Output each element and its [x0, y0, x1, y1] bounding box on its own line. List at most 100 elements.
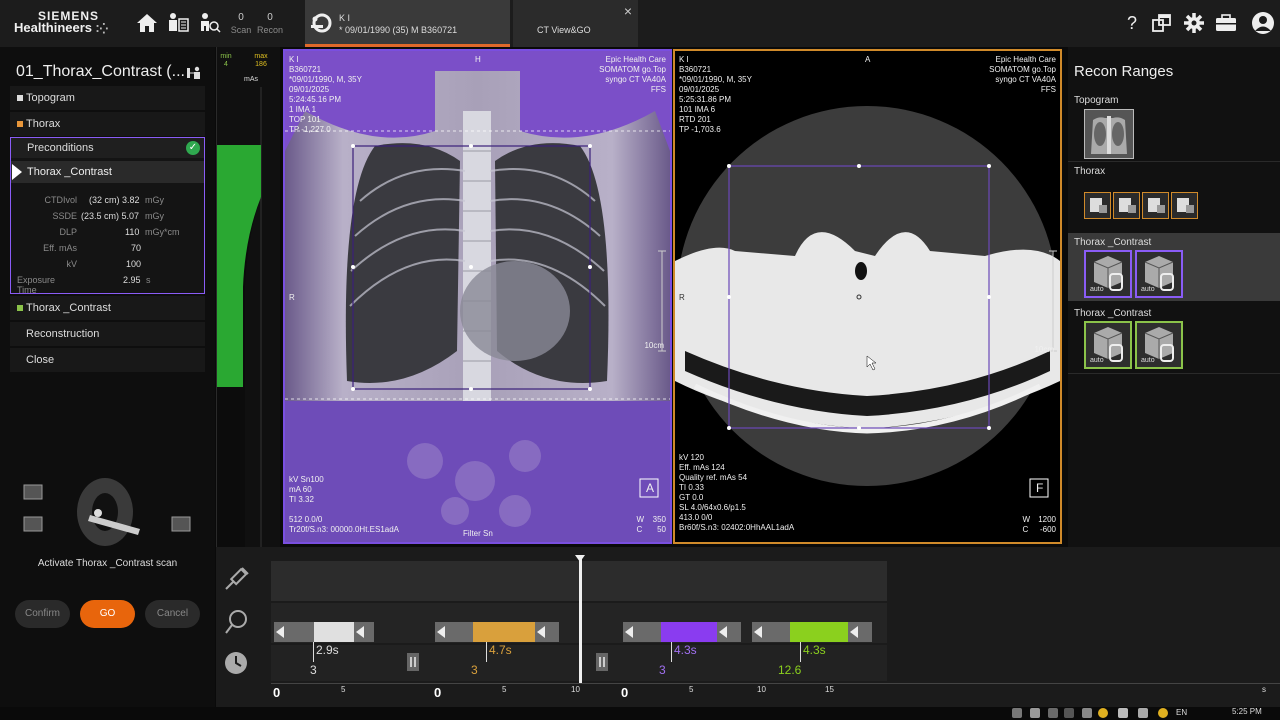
auto-label: auto	[1141, 357, 1155, 364]
topogram-marker	[17, 95, 23, 101]
segment-start-arrow-icon[interactable]	[437, 626, 445, 638]
cancel-button[interactable]: Cancel	[145, 600, 200, 628]
battery-icon[interactable]	[1118, 708, 1128, 718]
patient-tab[interactable]: K I * 09/01/1990 (35) M B360721	[305, 0, 510, 47]
window-level-labels: W C	[636, 515, 644, 534]
orientation-box-label[interactable]: F	[1036, 482, 1043, 494]
segment-marker	[486, 642, 487, 662]
patient-position-icon[interactable]	[186, 65, 204, 81]
close-icon[interactable]: ×	[624, 3, 632, 19]
axis-tick-label: 10	[571, 685, 580, 694]
param-label: kV	[66, 259, 77, 269]
patient-model-icon[interactable]	[197, 11, 221, 35]
network-icon[interactable]	[1012, 708, 1022, 718]
segment-start-arrow-icon[interactable]	[754, 626, 762, 638]
axis-start-label: 0	[273, 685, 281, 700]
orientation-box-label[interactable]: A	[646, 482, 654, 494]
mas-profile-strip: min 4 max 186 mAs	[216, 47, 280, 547]
activate-scan-text: Activate Thorax _Contrast scan	[37, 558, 178, 569]
toolbox-icon[interactable]	[1214, 11, 1238, 35]
protocol-item-close[interactable]: Close	[10, 348, 205, 372]
segment-fill	[661, 622, 717, 642]
preconditions-row[interactable]: Preconditions ✓	[11, 138, 204, 158]
moon-icon[interactable]	[1098, 708, 1108, 718]
recon-job-thumbnail[interactable]: auto	[1135, 250, 1183, 298]
segment-duration: 4.7s	[489, 643, 512, 657]
protocol-item-reconstruction[interactable]: Reconstruction	[10, 322, 205, 346]
topogram-viewer[interactable]: K I B360721 *09/01/1990, M, 35Y 09/01/20…	[283, 49, 672, 544]
timeline-playhead[interactable]	[579, 557, 582, 683]
timeline-segment[interactable]	[435, 622, 559, 642]
auto-label: auto	[1090, 286, 1104, 293]
recon-ranges-title: Recon Ranges	[1074, 63, 1174, 80]
axial-viewer[interactable]: K I B360721 *09/01/1990, M, 35Y 09/01/20…	[673, 49, 1062, 544]
timeline-segment[interactable]	[274, 622, 374, 642]
protocol-item-thorax-contrast[interactable]: Thorax _Contrast	[10, 296, 205, 320]
filter-label: Filter Sn	[463, 529, 493, 538]
recon-job-thumbnail[interactable]	[1142, 192, 1169, 219]
pause-icon[interactable]	[407, 653, 419, 671]
confirm-button[interactable]: Confirm	[15, 600, 70, 628]
protocol-item-label: Thorax	[26, 118, 61, 130]
notification-icon[interactable]	[1158, 708, 1168, 718]
axis-tick-label: 5	[502, 685, 507, 694]
clock-icon[interactable]	[222, 649, 250, 677]
axis-start-label: 0	[621, 685, 629, 700]
window-level-labels: W C	[1022, 515, 1030, 534]
segment-start-arrow-icon[interactable]	[625, 626, 633, 638]
axial-patient-overlay: K I B360721 *09/01/1990, M, 35Y 09/01/20…	[679, 55, 752, 134]
mas-max-value: 186	[255, 61, 267, 68]
protocol-title[interactable]: 01_Thorax_Contrast (...	[16, 63, 185, 81]
segment-end-arrow-icon[interactable]	[850, 626, 858, 638]
recon-job-thumbnail[interactable]	[1171, 192, 1198, 219]
pause-icon[interactable]	[596, 653, 608, 671]
playhead-handle-icon[interactable]	[575, 555, 585, 562]
recon-job-thumbnail[interactable]: auto	[1084, 321, 1132, 369]
segment-fill	[314, 622, 354, 642]
param-exposure-time: Exposure Time 2.95 s	[11, 275, 204, 295]
param-value: 2.95	[123, 275, 141, 285]
recon-job-thumbnail[interactable]	[1084, 192, 1111, 219]
param-label: CTDIvol	[44, 195, 77, 205]
recon-job-thumbnail[interactable]	[1113, 192, 1140, 219]
param-value: 100	[126, 259, 142, 269]
topogram-thumbnail[interactable]	[1084, 109, 1134, 159]
segment-end-arrow-icon[interactable]	[719, 626, 727, 638]
mas-curve	[217, 87, 281, 547]
segment-start-arrow-icon[interactable]	[276, 626, 284, 638]
view-and-go-tab[interactable]: CT View&GO ×	[513, 0, 638, 47]
device-icon[interactable]	[1138, 708, 1148, 718]
help-icon[interactable]: ?	[1120, 11, 1144, 35]
gear-icon[interactable]	[1182, 11, 1206, 35]
home-icon[interactable]	[135, 11, 159, 35]
protocol-item-topogram[interactable]: Topogram	[10, 86, 205, 110]
patient-browser-icon[interactable]	[166, 11, 190, 35]
protocol-item-label: Thorax _Contrast	[26, 302, 111, 314]
display-icon[interactable]	[1048, 708, 1058, 718]
protocol-item-thorax[interactable]: Thorax	[10, 112, 205, 136]
segment-end-arrow-icon[interactable]	[537, 626, 545, 638]
printer-icon[interactable]	[1082, 708, 1092, 718]
injector-icon[interactable]	[222, 565, 250, 593]
recon-job-thumbnail[interactable]: auto	[1135, 321, 1183, 369]
language-indicator[interactable]: EN	[1176, 708, 1187, 717]
breath-command-icon[interactable]	[222, 607, 250, 635]
segment-fill	[473, 622, 535, 642]
recon-job-thumbnail[interactable]: auto	[1084, 250, 1132, 298]
orientation-left-label: R	[289, 293, 295, 302]
recon-count: 0	[267, 12, 273, 23]
timeline-segment[interactable]	[623, 622, 741, 642]
timeline-segment[interactable]	[752, 622, 872, 642]
window-layout-icon[interactable]	[1150, 11, 1174, 35]
active-scan-row[interactable]: Thorax _Contrast	[11, 161, 204, 183]
window-icon[interactable]	[1030, 708, 1040, 718]
play-arrow-icon	[12, 164, 22, 180]
segment-end-arrow-icon[interactable]	[356, 626, 364, 638]
user-avatar-icon[interactable]	[1251, 11, 1275, 35]
tray-app-icon[interactable]	[1064, 708, 1074, 718]
axis-tick-label: 15	[825, 685, 834, 694]
axis-tick-label: 5	[341, 685, 346, 694]
go-button[interactable]: GO	[80, 600, 135, 628]
recon-section-name: Thorax _Contrast	[1074, 308, 1152, 319]
param-unit: mGy	[145, 195, 164, 205]
